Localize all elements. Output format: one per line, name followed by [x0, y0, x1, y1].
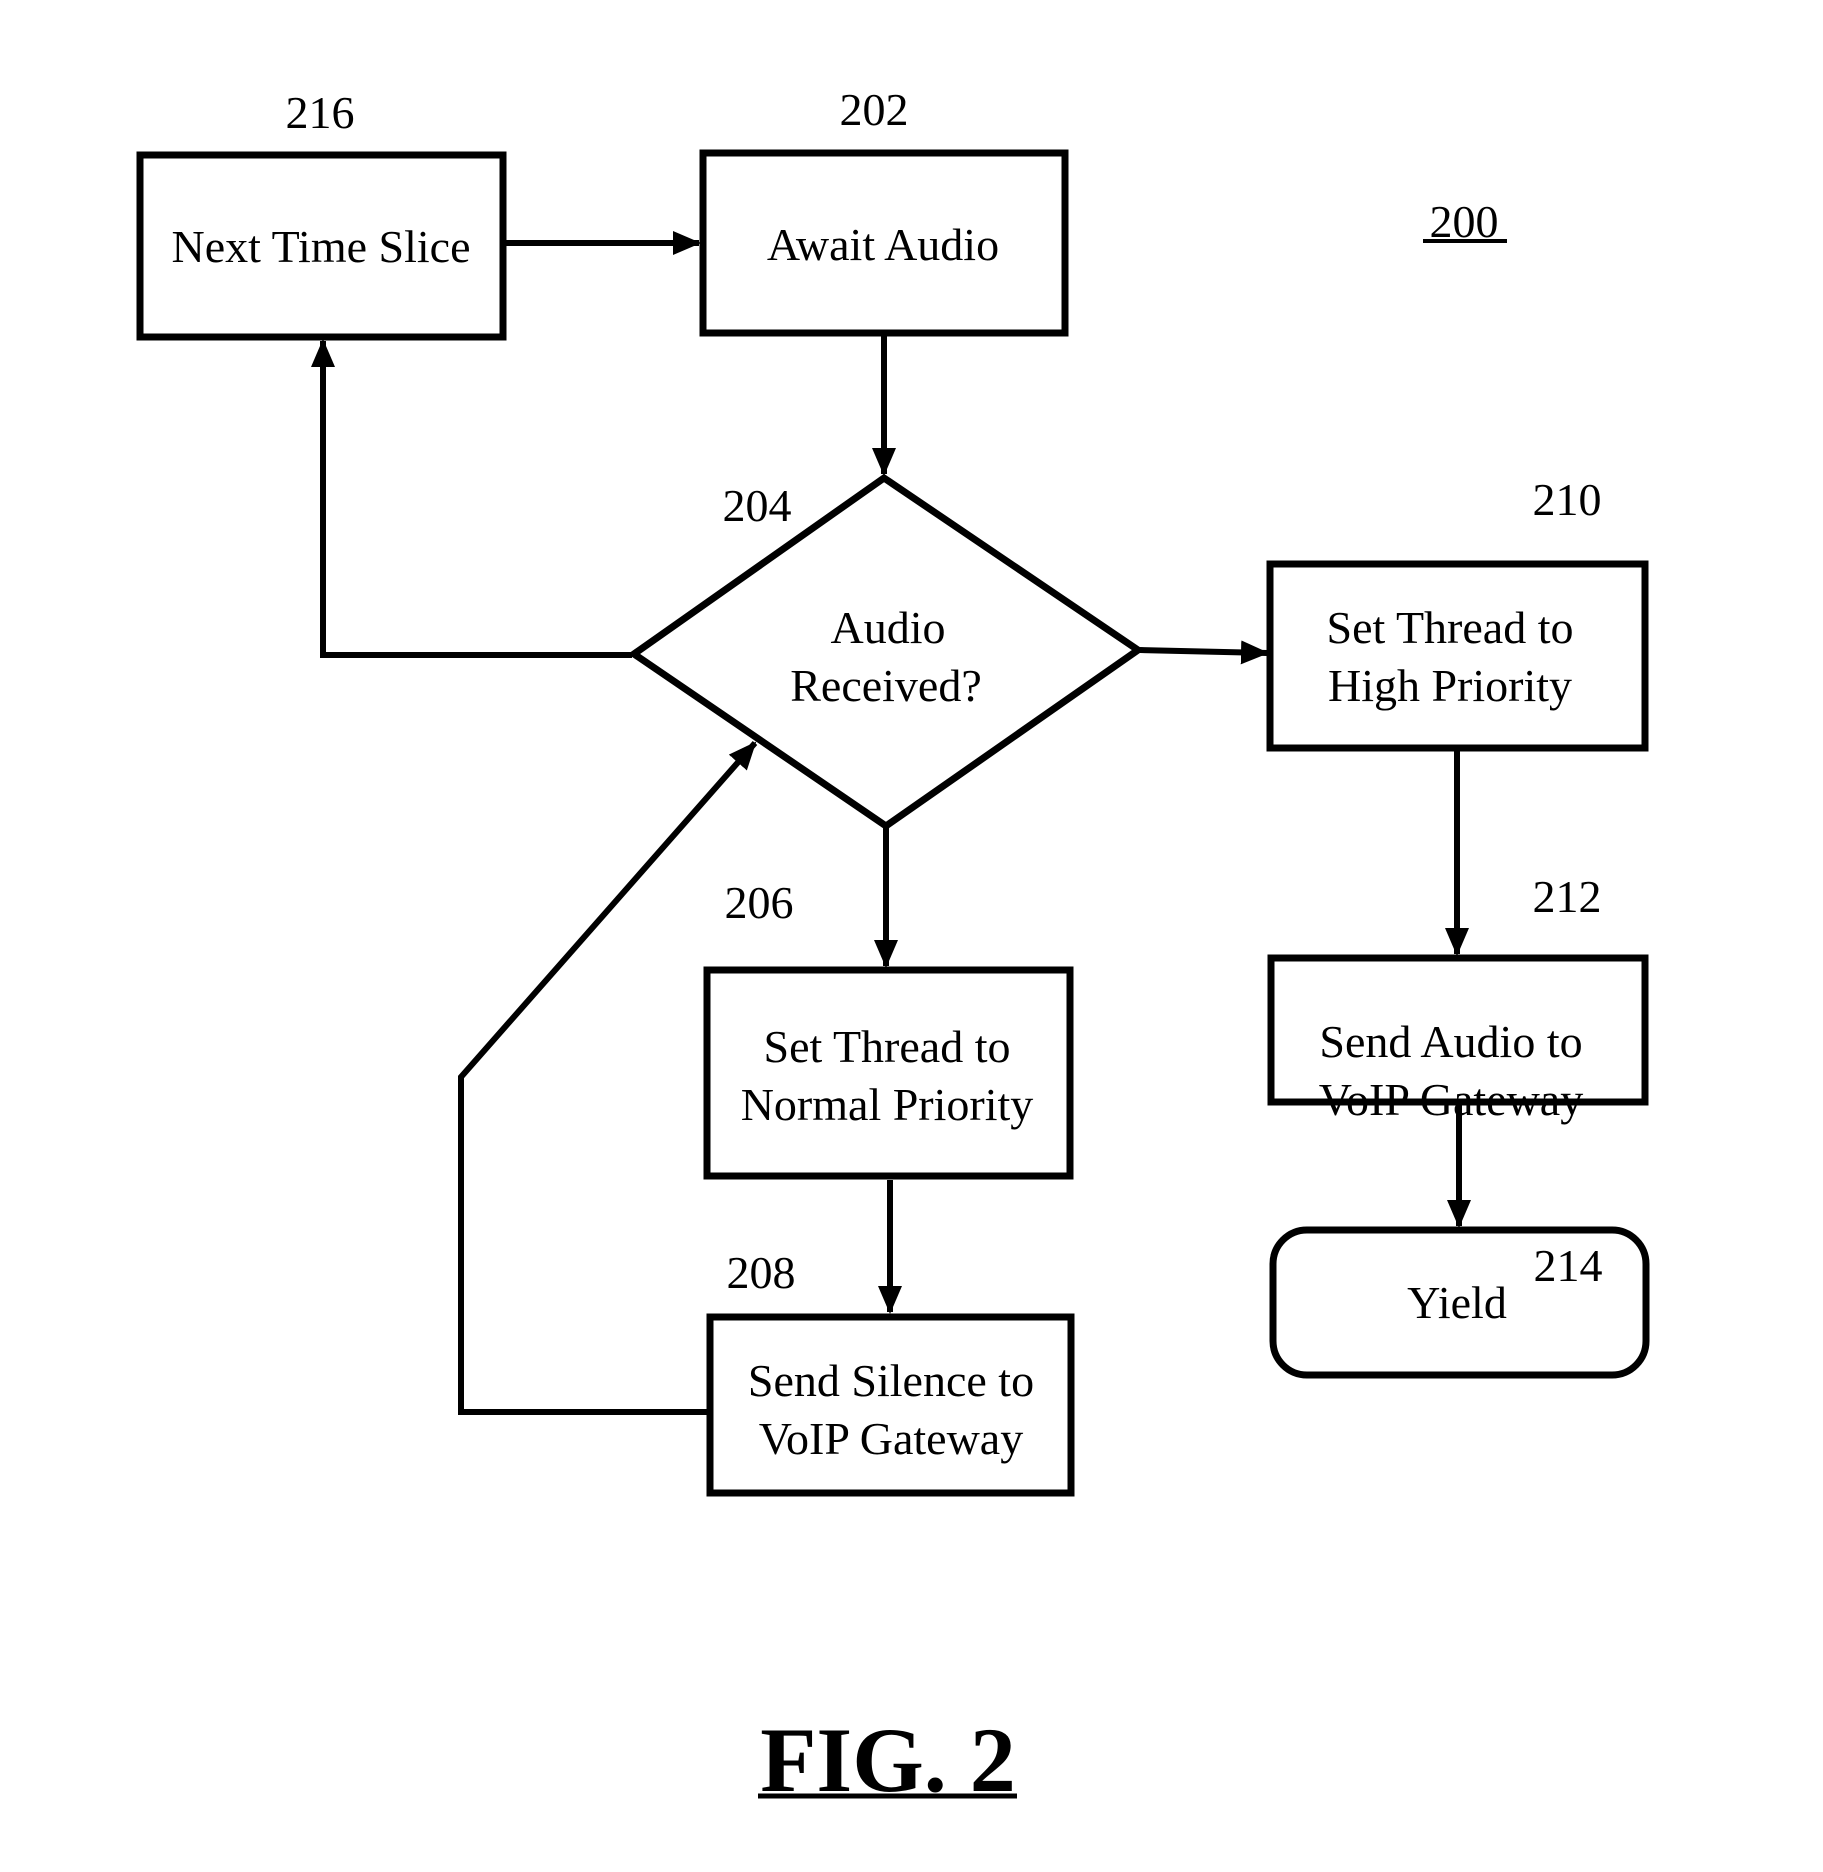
node-await-audio: Await Audio — [699, 149, 1069, 337]
edge-204-to-210 — [1139, 640, 1269, 665]
node-label-line-2: Received? — [790, 660, 982, 711]
flowchart-diagram: Next Time Slice 216 Await Audio 202 200 … — [136, 84, 1650, 1811]
ref-label-216: 216 — [286, 87, 355, 138]
ref-label-206: 206 — [725, 877, 794, 928]
node-next-time-slice: Next Time Slice — [136, 151, 507, 341]
node-label-line-2: VoIP Gateway — [1319, 1074, 1583, 1125]
node-label-line-2: Normal Priority — [741, 1079, 1034, 1130]
node-label-line-1: Send Audio to — [1319, 1016, 1582, 1067]
ref-label-212: 212 — [1533, 871, 1602, 922]
node-label-line-2: High Priority — [1328, 660, 1572, 711]
node-label: Next Time Slice — [171, 221, 470, 272]
node-label: Yield — [1407, 1277, 1507, 1328]
process-box — [703, 966, 1074, 1180]
node-send-silence: Send Silence to VoIP Gateway — [706, 1313, 1075, 1497]
node-label-line-1: Set Thread to — [1327, 602, 1574, 653]
process-box — [1266, 560, 1649, 752]
node-audio-received: Audio Received? — [627, 473, 1145, 831]
ref-label-214: 214 — [1534, 1240, 1603, 1291]
node-send-audio: Send Audio to VoIP Gateway — [1267, 954, 1649, 1125]
node-label: Await Audio — [767, 219, 999, 270]
node-label-line-1: Audio — [831, 602, 946, 653]
ref-label-204: 204 — [723, 480, 792, 531]
ref-label-210: 210 — [1533, 474, 1602, 525]
node-label-line-1: Send Silence to — [748, 1355, 1034, 1406]
node-normal-priority: Set Thread to Normal Priority — [703, 966, 1074, 1180]
node-high-priority: Set Thread to High Priority — [1266, 560, 1649, 752]
node-label-line-1: Set Thread to — [764, 1021, 1011, 1072]
ref-label-202: 202 — [840, 84, 909, 135]
edge-204-to-216 — [311, 339, 632, 658]
node-label-line-2: VoIP Gateway — [759, 1413, 1023, 1464]
ref-label-208: 208 — [727, 1247, 796, 1298]
